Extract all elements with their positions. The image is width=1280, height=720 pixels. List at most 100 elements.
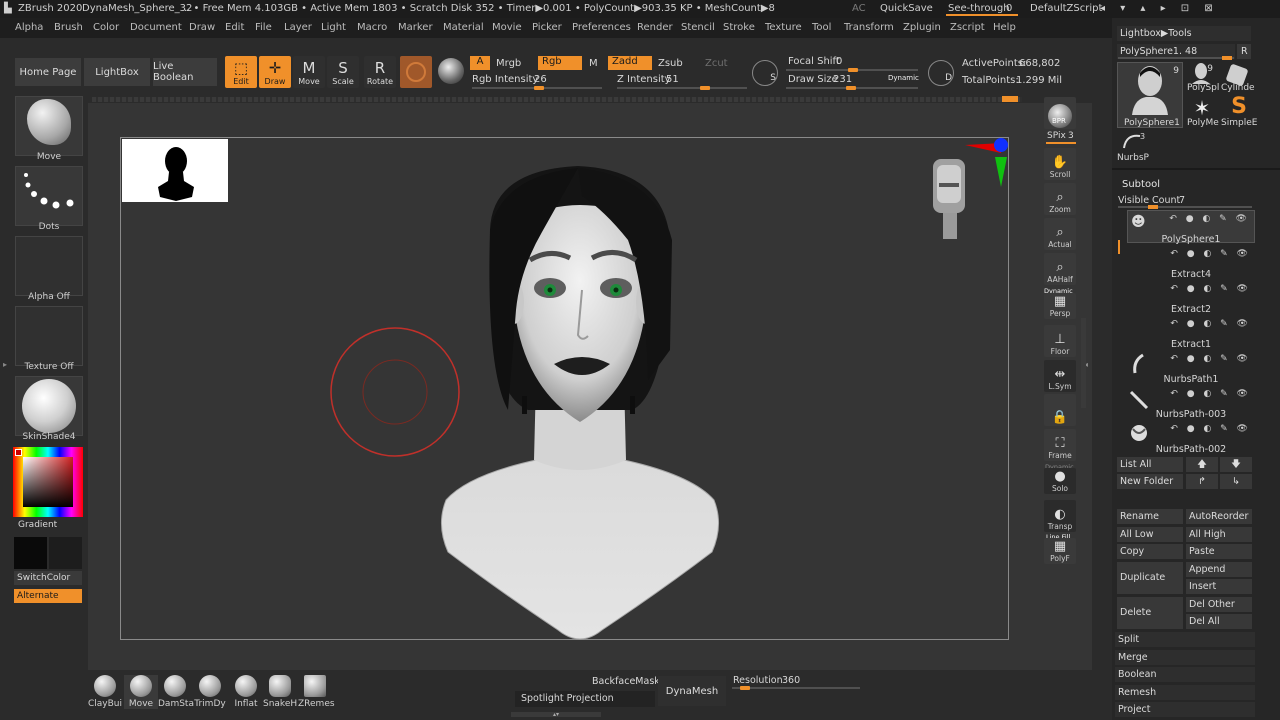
menu-stencil[interactable]: Stencil: [681, 22, 715, 33]
home-page-button[interactable]: Home Page: [15, 58, 81, 86]
zsub-toggle[interactable]: Zsub: [658, 58, 683, 69]
a-toggle[interactable]: A: [470, 56, 490, 70]
menu-movie[interactable]: Movie: [492, 22, 522, 33]
list-all-button[interactable]: List All: [1117, 457, 1183, 472]
subtool-controls-icon[interactable]: ↶ ● ◐ ✎ 👁: [1170, 319, 1251, 329]
brush-inflat[interactable]: Inflat: [229, 675, 263, 709]
tool-thumb-nurbspath[interactable]: 3: [1120, 130, 1146, 152]
menu-edit[interactable]: Edit: [225, 22, 244, 33]
paste-button[interactable]: Paste: [1186, 544, 1252, 559]
bottom-collapse-arrows-icon[interactable]: ▴▾: [511, 712, 601, 718]
menu-document[interactable]: Document: [130, 22, 182, 33]
timeline-marker[interactable]: [1002, 96, 1018, 102]
ac-label[interactable]: AC: [852, 3, 866, 14]
scroll-button[interactable]: ✋ Scroll: [1044, 148, 1076, 180]
color-picker-square[interactable]: [23, 457, 73, 507]
subtool-controls-icon[interactable]: ↶ ● ◐ ✎ 👁: [1170, 389, 1251, 399]
actual-button[interactable]: ⌕ Actual: [1044, 218, 1076, 250]
mrgb-toggle[interactable]: Mrgb: [496, 58, 521, 69]
frame-button[interactable]: ⛶ Frame: [1044, 429, 1076, 461]
current-tool-knob[interactable]: [1222, 56, 1232, 60]
subtool-controls-icon[interactable]: ↶ ● ◐ ✎ 👁: [1169, 214, 1250, 224]
insert-button[interactable]: Insert: [1186, 579, 1252, 594]
subtool-controls-icon[interactable]: ↶ ● ◐ ✎ 👁: [1170, 354, 1251, 364]
boolean-section[interactable]: Boolean: [1115, 667, 1255, 682]
menu-preferences[interactable]: Preferences: [572, 22, 631, 33]
resolution-slider[interactable]: [732, 687, 860, 689]
remesh-section[interactable]: Remesh: [1115, 685, 1255, 700]
quicksave-button[interactable]: QuickSave: [880, 3, 933, 14]
menu-brush[interactable]: Brush: [54, 22, 83, 33]
z-intensity-knob[interactable]: [700, 86, 710, 90]
brush-thumbnail[interactable]: [15, 96, 83, 156]
draw-size-knob[interactable]: [846, 86, 856, 90]
split-section[interactable]: Split: [1115, 632, 1255, 647]
duplicate-button[interactable]: Duplicate: [1117, 562, 1183, 594]
menu-draw[interactable]: Draw: [189, 22, 215, 33]
subtool-scrollbar[interactable]: [1118, 240, 1120, 254]
rgb-intensity-knob[interactable]: [534, 86, 544, 90]
delete-button[interactable]: Delete: [1117, 597, 1183, 629]
zadd-toggle[interactable]: Zadd: [608, 56, 652, 70]
brush-trimdynamic[interactable]: TrimDy: [193, 675, 227, 709]
lock-button[interactable]: 🔒: [1044, 394, 1076, 426]
rename-button[interactable]: Rename: [1117, 509, 1183, 524]
menu-alpha[interactable]: Alpha: [15, 22, 43, 33]
menu-color[interactable]: Color: [93, 22, 119, 33]
dynamic-draw-icon[interactable]: D: [928, 60, 954, 86]
new-folder-button[interactable]: New Folder: [1117, 474, 1183, 489]
floor-button[interactable]: ⊥ Floor: [1044, 325, 1076, 357]
brush-claybuildup[interactable]: ClayBui: [88, 675, 122, 709]
brush-zremesher[interactable]: ZRemes: [298, 675, 335, 709]
menu-texture[interactable]: Texture: [765, 22, 802, 33]
menu-stroke[interactable]: Stroke: [723, 22, 755, 33]
secondary-color-swatch[interactable]: [49, 537, 82, 569]
lsym-button[interactable]: ⇹ L.Sym: [1044, 360, 1076, 392]
resolution-knob[interactable]: [740, 686, 750, 690]
zcut-toggle[interactable]: Zcut: [705, 58, 728, 69]
spix-slider[interactable]: [1046, 142, 1076, 144]
menu-zplugin[interactable]: Zplugin: [903, 22, 941, 33]
subtool-controls-icon[interactable]: ↶ ● ◐ ✎ 👁: [1170, 284, 1251, 294]
canvas-scrollbar[interactable]: [1081, 318, 1086, 408]
backface-mask-toggle[interactable]: BackfaceMask: [592, 676, 660, 690]
polyf-button[interactable]: ▦ PolyF: [1044, 538, 1076, 564]
menu-tool[interactable]: Tool: [812, 22, 831, 33]
m-toggle[interactable]: M: [589, 58, 598, 69]
z-intensity-slider[interactable]: [617, 87, 747, 89]
menu-light[interactable]: Light: [321, 22, 346, 33]
rgb-toggle[interactable]: Rgb: [538, 56, 582, 70]
aahalf-button[interactable]: ⌕ AAHalf: [1044, 253, 1076, 285]
menu-material[interactable]: Material: [443, 22, 484, 33]
all-high-button[interactable]: All High: [1186, 527, 1252, 542]
scale-mode-button[interactable]: S Scale: [327, 56, 359, 88]
append-button[interactable]: Append: [1186, 562, 1252, 577]
persp-button[interactable]: ▦ Persp: [1044, 293, 1076, 319]
menu-zscript[interactable]: Zscript: [950, 22, 985, 33]
gradient-label[interactable]: Gradient: [18, 520, 57, 530]
window-controls-icon[interactable]: ◂ ▾ ▴ ▸ ⊡ ⊠: [1100, 3, 1219, 14]
menu-help[interactable]: Help: [993, 22, 1016, 33]
auto-reorder-button[interactable]: AutoReorder: [1186, 509, 1252, 524]
menu-layer[interactable]: Layer: [284, 22, 312, 33]
seethrough-slider[interactable]: [946, 14, 1018, 16]
lightbox-tools-button[interactable]: Lightbox▶Tools: [1117, 26, 1251, 41]
material-sphere-button[interactable]: [400, 56, 432, 88]
all-low-button[interactable]: All Low: [1117, 527, 1183, 542]
switch-color-button[interactable]: SwitchColor: [14, 571, 82, 585]
gradient-sphere-icon[interactable]: [438, 58, 464, 84]
texture-thumbnail[interactable]: [15, 306, 83, 366]
dynamesh-button[interactable]: DynaMesh: [658, 676, 726, 706]
left-collapse-arrow-icon[interactable]: ▸: [3, 360, 8, 372]
del-other-button[interactable]: Del Other: [1186, 597, 1252, 612]
brush-damstandard[interactable]: DamSta: [158, 675, 194, 709]
dynamic-toggle[interactable]: Dynamic: [888, 74, 919, 82]
seethrough-label[interactable]: See-through: [948, 3, 1010, 14]
main-color-swatch[interactable]: [14, 537, 47, 569]
zoom-button[interactable]: ⌕ Zoom: [1044, 183, 1076, 215]
brush-move[interactable]: Move: [124, 675, 158, 709]
alternate-button[interactable]: Alternate: [14, 589, 82, 603]
del-all-button[interactable]: Del All: [1186, 614, 1252, 629]
simplebrush-s-icon[interactable]: S: [1228, 94, 1250, 119]
merge-section[interactable]: Merge: [1115, 650, 1255, 665]
